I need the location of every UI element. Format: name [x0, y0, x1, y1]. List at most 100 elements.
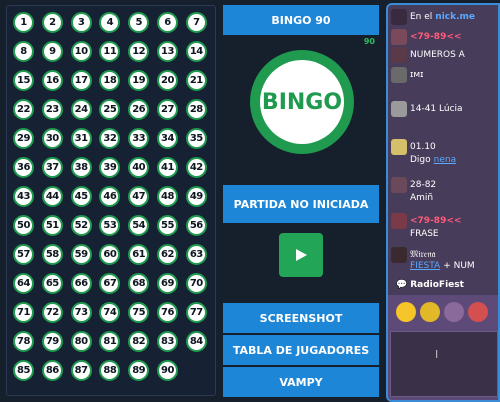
text-cursor-icon: I: [435, 348, 439, 361]
game-panel: BINGO 90 90 BINGO PARTIDA NO INICIADA SC…: [223, 5, 379, 397]
bingo-number: 61: [128, 244, 150, 265]
bingo-number: 14: [185, 41, 207, 62]
bingo-number: 62: [157, 244, 178, 265]
bingo-number: 51: [41, 215, 63, 236]
vampy-button[interactable]: VAMPY: [223, 367, 379, 397]
bingo-number: 36: [13, 157, 34, 178]
bingo-number: 27: [157, 99, 178, 120]
bingo-number: 13: [157, 41, 178, 62]
chat-message: Digo nena: [410, 155, 457, 165]
bingo-number: 53: [99, 215, 121, 236]
bingo-number: 84: [185, 331, 207, 352]
players-table-button[interactable]: TABLA DE JUGADORES: [223, 335, 379, 365]
bingo-number: 25: [99, 99, 121, 120]
game-status-button[interactable]: PARTIDA NO INICIADA: [223, 185, 379, 223]
chat-message: ɪᴍɪ: [391, 67, 423, 83]
bingo-number: 87: [70, 360, 92, 381]
bingo-number: 22: [13, 99, 34, 120]
bingo-number: 81: [99, 331, 121, 352]
radio-label: 💬 RadioFiest: [396, 280, 464, 290]
bingo-number: 67: [99, 273, 121, 294]
bingo-number: 64: [13, 273, 34, 294]
current-ball-label: BINGO: [260, 60, 344, 144]
smiley-icon[interactable]: [396, 302, 416, 322]
flag-icon[interactable]: [468, 302, 488, 322]
chat-link[interactable]: nick.me: [435, 12, 475, 22]
bingo-number: 7: [185, 12, 207, 33]
bingo-number: 76: [157, 302, 178, 323]
avatar: [391, 47, 407, 63]
bingo-number: 1: [13, 12, 34, 33]
chat-message: 14-41 Lúcia: [391, 101, 463, 117]
bingo-number: 6: [157, 12, 178, 33]
bingo-number: 41: [157, 157, 178, 178]
bingo-number: 89: [128, 360, 150, 381]
chat-message: FIESTA + NUM: [410, 261, 475, 271]
bingo-number: 31: [70, 128, 92, 149]
bingo-number: 4: [99, 12, 121, 33]
bingo-number: 59: [70, 244, 92, 265]
bingo-number: 32: [99, 128, 121, 149]
bingo-number: 2: [41, 12, 63, 33]
bingo-number: 50: [13, 215, 34, 236]
emoji-bar: [388, 297, 498, 327]
bingo-number: 34: [157, 128, 178, 149]
avatar: [391, 9, 407, 25]
bingo-number: 43: [13, 186, 34, 207]
bingo-number: 46: [99, 186, 121, 207]
game-title-button[interactable]: BINGO 90: [223, 5, 379, 35]
bingo-number: 29: [13, 128, 34, 149]
bingo-number: 8: [13, 41, 34, 62]
headphones-smiley-icon[interactable]: [420, 302, 440, 322]
bingo-number: 48: [157, 186, 178, 207]
chat-link[interactable]: FIESTA: [410, 261, 440, 271]
bingo-number: 37: [41, 157, 63, 178]
speech-bubble-icon: 💬: [396, 280, 408, 290]
bingo-number: 38: [70, 157, 92, 178]
chat-message: En el nick.me: [391, 9, 475, 25]
bingo-number: 65: [41, 273, 63, 294]
bingo-number: 45: [70, 186, 92, 207]
avatar: [391, 101, 407, 117]
screenshot-button[interactable]: SCREENSHOT: [223, 303, 379, 333]
chat-message: <79-89<<: [391, 213, 461, 229]
bingo-number: 44: [41, 186, 63, 207]
chat-message: 28-82: [391, 177, 436, 193]
bingo-number: 88: [99, 360, 121, 381]
avatar: [391, 213, 407, 229]
bingo-number: 19: [128, 70, 150, 91]
bingo-number: 55: [157, 215, 178, 236]
bingo-number: 9: [41, 41, 63, 62]
chat-message: NUMEROS A: [391, 47, 465, 63]
bingo-number: 71: [13, 302, 34, 323]
character-icon[interactable]: [444, 302, 464, 322]
bingo-number: 82: [128, 331, 150, 352]
bingo-number: 47: [128, 186, 150, 207]
current-ball: BINGO: [250, 50, 354, 154]
bingo-number: 58: [41, 244, 63, 265]
bingo-number: 21: [185, 70, 207, 91]
bingo-number: 69: [157, 273, 178, 294]
bingo-number: 23: [41, 99, 63, 120]
bingo-number: 40: [128, 157, 150, 178]
bingo-number: 39: [99, 157, 121, 178]
chat-message: Amiñ: [410, 193, 434, 203]
bingo-number: 54: [128, 215, 150, 236]
bingo-number: 57: [13, 244, 34, 265]
bingo-number: 35: [185, 128, 207, 149]
bingo-number: 72: [41, 302, 63, 323]
bingo-number: 86: [41, 360, 63, 381]
bingo-number: 63: [185, 244, 207, 265]
bingo-number: 73: [70, 302, 92, 323]
chat-message: 01.10: [391, 139, 436, 155]
bingo-number: 78: [13, 331, 34, 352]
play-icon: [296, 249, 307, 261]
play-button[interactable]: [279, 233, 323, 277]
chat-link[interactable]: nena: [434, 155, 456, 165]
bingo-number: 79: [41, 331, 63, 352]
ball-counter: 90: [363, 37, 375, 46]
bingo-number: 66: [70, 273, 92, 294]
bingo-number: 10: [70, 41, 92, 62]
chat-input[interactable]: I: [390, 331, 498, 397]
bingo-number: 85: [13, 360, 34, 381]
